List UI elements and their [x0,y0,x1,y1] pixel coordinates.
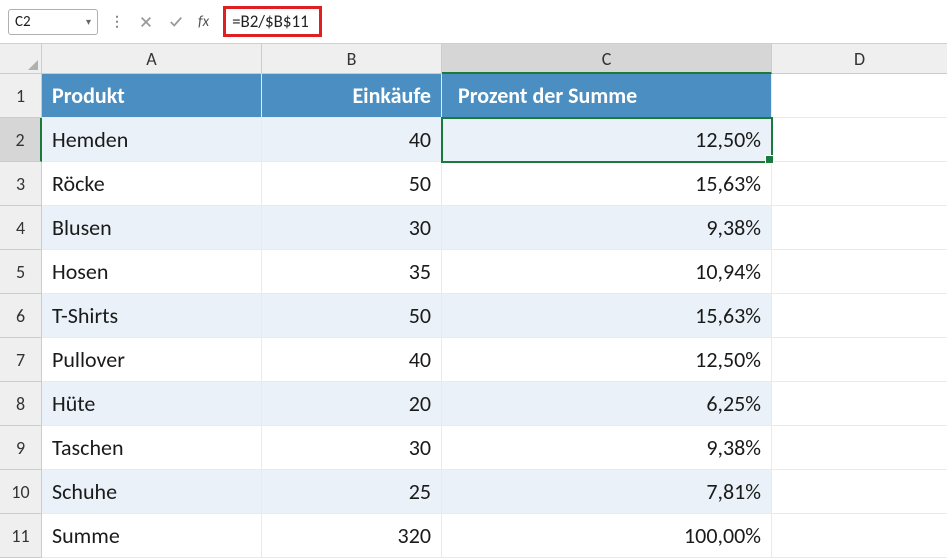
cell-A3[interactable]: Röcke [42,162,262,206]
cell-A9[interactable]: Taschen [42,426,262,470]
spreadsheet-grid[interactable]: ABCD 1ProduktEinkäufeProzent der Summe 2He… [0,44,947,558]
cell-D10[interactable] [772,470,947,514]
cell-D5[interactable] [772,250,947,294]
row-head-9[interactable]: 9 [0,426,42,470]
row-head-11[interactable]: 11 [0,514,42,558]
row-head-2[interactable]: 2 [0,118,42,162]
cell-D2[interactable] [772,118,947,162]
formula-bar: C2 ▾ ⋮ fx =B2/$B$11 [0,0,947,44]
cell-A5[interactable]: Hosen [42,250,262,294]
cell-D6[interactable] [772,294,947,338]
row-head-4[interactable]: 4 [0,206,42,250]
cell-C5[interactable]: 10,94% [442,250,772,294]
select-all-corner[interactable] [0,44,42,74]
row-head-5[interactable]: 5 [0,250,42,294]
cell-B6[interactable]: 50 [262,294,442,338]
cell-C6[interactable]: 15,63% [442,294,772,338]
name-box[interactable]: C2 ▾ [8,9,98,35]
cell-D9[interactable] [772,426,947,470]
cell-D1[interactable] [772,74,947,118]
cell-A1[interactable]: Produkt [42,74,262,118]
row-head-7[interactable]: 7 [0,338,42,382]
cell-B1[interactable]: Einkäufe [262,74,442,118]
cell-D7[interactable] [772,338,947,382]
cell-A4[interactable]: Blusen [42,206,262,250]
cell-B8[interactable]: 20 [262,382,442,426]
name-box-value: C2 [15,13,80,31]
row-head-6[interactable]: 6 [0,294,42,338]
row-head-10[interactable]: 10 [0,470,42,514]
formula-input[interactable]: =B2/$B$11 [223,6,939,37]
cell-D3[interactable] [772,162,947,206]
cell-D4[interactable] [772,206,947,250]
cell-C2[interactable]: 12,50% [442,118,772,162]
cell-B9[interactable]: 30 [262,426,442,470]
cancel-icon[interactable] [136,12,156,32]
cell-B3[interactable]: 50 [262,162,442,206]
divider: ⋮ [108,13,126,30]
cell-C8[interactable]: 6,25% [442,382,772,426]
cell-B7[interactable]: 40 [262,338,442,382]
cell-D11[interactable] [772,514,947,558]
cell-A7[interactable]: Pullover [42,338,262,382]
cell-A10[interactable]: Schuhe [42,470,262,514]
cell-A2[interactable]: Hemden [42,118,262,162]
confirm-icon[interactable] [166,12,186,32]
formula-text: =B2/$B$11 [223,6,322,37]
row-head-3[interactable]: 3 [0,162,42,206]
cell-C3[interactable]: 15,63% [442,162,772,206]
cell-C4[interactable]: 9,38% [442,206,772,250]
cell-B4[interactable]: 30 [262,206,442,250]
cell-A6[interactable]: T-Shirts [42,294,262,338]
cell-D8[interactable] [772,382,947,426]
cell-A11[interactable]: Summe [42,514,262,558]
cell-B11[interactable]: 320 [262,514,442,558]
cell-A8[interactable]: Hüte [42,382,262,426]
col-head-B[interactable]: B [262,44,442,74]
col-head-C[interactable]: C [442,44,772,74]
cell-B5[interactable]: 35 [262,250,442,294]
row-head-8[interactable]: 8 [0,382,42,426]
cell-B2[interactable]: 40 [262,118,442,162]
chevron-down-icon[interactable]: ▾ [86,15,91,28]
fx-label[interactable]: fx [198,13,209,31]
cell-C11[interactable]: 100,00% [442,514,772,558]
col-head-A[interactable]: A [42,44,262,74]
cell-B10[interactable]: 25 [262,470,442,514]
cell-C1[interactable]: Prozent der Summe [442,74,772,118]
row-head-1[interactable]: 1 [0,74,42,118]
col-head-D[interactable]: D [772,44,947,74]
cell-C9[interactable]: 9,38% [442,426,772,470]
cell-C7[interactable]: 12,50% [442,338,772,382]
cell-C10[interactable]: 7,81% [442,470,772,514]
